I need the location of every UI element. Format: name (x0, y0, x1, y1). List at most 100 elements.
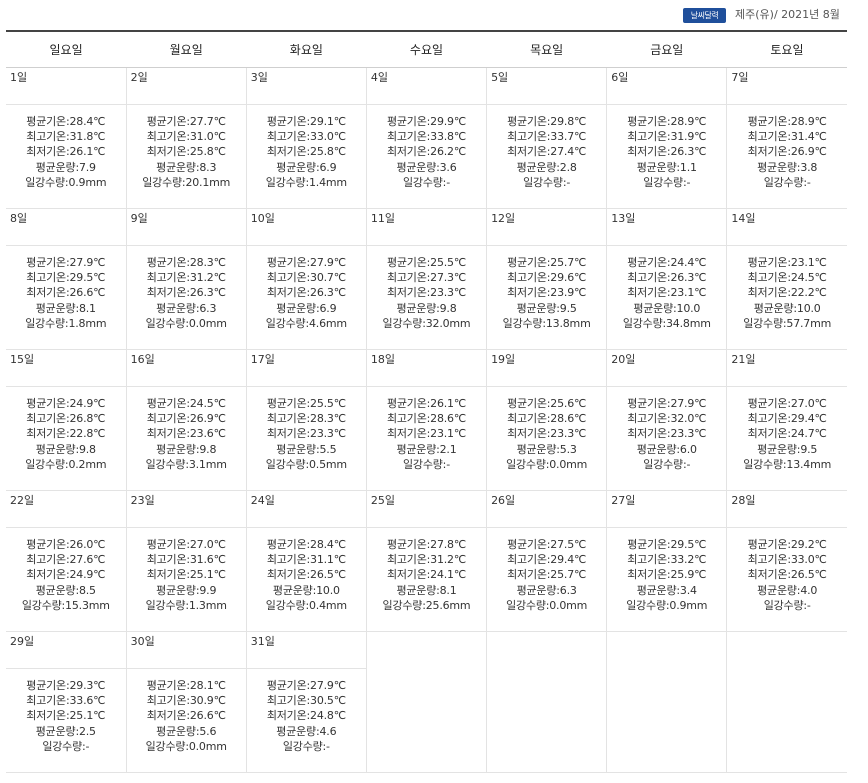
rainfall-line: 일강수량:20.1mm (127, 175, 246, 190)
min-temp-line: 최저기온:25.8℃ (247, 144, 366, 159)
day-number: 1일 (6, 68, 126, 105)
avg-cloud-label: 평균운량: (396, 301, 440, 315)
max-temp-label: 최고기온: (627, 130, 671, 144)
max-temp-line: 최고기온:30.7℃ (247, 270, 366, 285)
weather-calendar-badge[interactable]: 날씨달력 (683, 8, 726, 23)
day-cell: 19일 평균기온:25.6℃ 최고기온:28.6℃ 최저기온:23.3℃ 평균운량:5.… (486, 349, 607, 491)
day-weather-info: 평균기온:24.5℃ 최고기온:26.9℃ 최저기온:23.6℃ 평균운량:9.8 일강… (127, 387, 246, 472)
min-temp-value: 23.1℃ (430, 427, 467, 441)
min-temp-value: 26.1℃ (69, 145, 106, 159)
rainfall-value: 13.4mm (786, 457, 832, 471)
day-cell: 5일 평균기온:29.8℃ 최고기온:33.7℃ 최저기온:27.4℃ 평균운량:2.8… (486, 67, 607, 209)
weekday-monday: 월요일 (126, 30, 247, 68)
rainfall-line: 일강수량:0.9mm (6, 175, 126, 190)
day-number: 26일 (487, 491, 607, 528)
avg-temp-value: 29.5℃ (670, 538, 707, 551)
avg-cloud-value: 8.3 (199, 160, 217, 174)
avg-temp-value: 29.1℃ (310, 115, 346, 128)
avg-cloud-label: 평균운량: (276, 160, 320, 174)
day-cell-content: 8일 평균기온:27.9℃ 최고기온:29.5℃ 최저기온:26.6℃ 평균운량:8.1… (6, 209, 126, 349)
rainfall-line: 일강수량:- (6, 739, 126, 754)
avg-temp-value: 26.1℃ (430, 397, 467, 410)
min-temp-label: 최저기온: (386, 286, 431, 300)
day-cell: 11일 평균기온:25.5℃ 최고기온:27.3℃ 최저기온:23.3℃ 평균운량:9.… (365, 208, 487, 350)
min-temp-line: 최저기온:26.3℃ (247, 285, 366, 300)
max-temp-label: 최고기온: (26, 271, 70, 285)
rainfall-value: - (85, 739, 90, 753)
avg-cloud-value: 6.9 (319, 301, 337, 315)
min-temp-value: 26.6℃ (69, 286, 106, 300)
max-temp-label: 최고기온: (386, 553, 431, 567)
avg-cloud-line: 평균운량:1.1 (607, 160, 726, 175)
avg-temp-line: 평균기온:27.8℃ (367, 537, 486, 552)
day-cell: 4일 평균기온:29.9℃ 최고기온:33.8℃ 최저기온:26.2℃ 평균운량:3.6… (365, 67, 487, 209)
avg-temp-label: 평균기온: (627, 115, 671, 128)
max-temp-label: 최고기온: (146, 553, 190, 567)
day-number: 18일 (366, 350, 487, 387)
max-temp-label: 최고기온: (747, 271, 791, 285)
avg-temp-line: 평균기온:27.7℃ (127, 114, 246, 129)
max-temp-label: 최고기온: (507, 412, 551, 426)
rainfall-line: 일강수량:0.9mm (607, 598, 726, 613)
avg-cloud-label: 평균운량: (396, 442, 440, 456)
max-temp-line: 최고기온:27.6℃ (6, 552, 126, 567)
calendar-week-row: 29일 평균기온:29.3℃ 최고기온:33.6℃ 최저기온:25.1℃ 평균운량:2.… (6, 631, 847, 773)
rainfall-label: 일강수량: (145, 598, 189, 612)
day-cell: 2일 평균기온:27.7℃ 최고기온:31.0℃ 최저기온:25.8℃ 평균운량:8.3… (125, 67, 247, 209)
avg-cloud-value: 2.8 (559, 160, 577, 174)
max-temp-value: 29.6℃ (550, 271, 587, 285)
min-temp-label: 최저기온: (26, 286, 70, 300)
rainfall-value: 0.5mm (308, 457, 347, 471)
day-cell-content: 17일 평균기온:25.5℃ 최고기온:28.3℃ 최저기온:23.3℃ 평균운량:5.… (246, 350, 366, 490)
max-temp-line: 최고기온:33.8℃ (367, 129, 486, 144)
day-cell-content: 31일 평균기온:27.9℃ 최고기온:30.5℃ 최저기온:24.8℃ 평균운량:4.… (246, 632, 366, 772)
avg-temp-value: 27.9℃ (310, 679, 346, 692)
min-temp-value: 25.1℃ (69, 709, 106, 723)
min-temp-label: 최저기온: (747, 427, 791, 441)
avg-cloud-label: 평균운량: (633, 301, 677, 315)
rainfall-value: 3.1mm (188, 457, 227, 471)
rainfall-label: 일강수량: (506, 598, 550, 612)
rainfall-value: 25.6mm (425, 598, 471, 612)
day-weather-info: 평균기온:29.9℃ 최고기온:33.8℃ 최저기온:26.2℃ 평균운량:3.6 일강… (367, 105, 486, 190)
avg-cloud-line: 평균운량:5.3 (487, 442, 606, 457)
day-cell-content: 11일 평균기온:25.5℃ 최고기온:27.3℃ 최저기온:23.3℃ 평균운량:9.… (366, 209, 487, 349)
avg-cloud-value: 8.5 (78, 583, 96, 597)
day-cell-content: 9일 평균기온:28.3℃ 최고기온:31.2℃ 최저기온:26.3℃ 평균운량:6.3… (126, 209, 246, 349)
min-temp-line: 최저기온:25.8℃ (127, 144, 246, 159)
empty-day-cell (726, 631, 847, 773)
avg-temp-line: 평균기온:27.0℃ (127, 537, 246, 552)
day-weather-info: 평균기온:29.8℃ 최고기온:33.7℃ 최저기온:27.4℃ 평균운량:2.8 일강… (487, 105, 606, 190)
day-cell-content: 2일 평균기온:27.7℃ 최고기온:31.0℃ 최저기온:25.8℃ 평균운량:8.3… (126, 68, 246, 208)
min-temp-label: 최저기온: (747, 568, 791, 582)
avg-cloud-label: 평균운량: (396, 583, 440, 597)
rainfall-value: 0.0mm (549, 457, 588, 471)
avg-temp-label: 평균기온: (26, 397, 70, 410)
avg-cloud-label: 평균운량: (276, 442, 320, 456)
day-cell-content: 26일 평균기온:27.5℃ 최고기온:29.4℃ 최저기온:25.7℃ 평균운량:6.… (487, 491, 607, 631)
rainfall-label: 일강수량: (25, 316, 69, 330)
rainfall-label: 일강수량: (382, 598, 426, 612)
max-temp-line: 최고기온:31.0℃ (127, 129, 246, 144)
max-temp-line: 최고기온:28.6℃ (487, 411, 606, 426)
avg-temp-line: 평균기온:29.3℃ (6, 678, 126, 693)
min-temp-value: 24.8℃ (310, 709, 346, 723)
avg-temp-line: 평균기온:24.5℃ (127, 396, 246, 411)
avg-cloud-value: 6.9 (319, 160, 337, 174)
avg-cloud-line: 평균운량:8.1 (6, 301, 126, 316)
day-number: 22일 (6, 491, 126, 528)
day-cell-content: 22일 평균기온:26.0℃ 최고기온:27.6℃ 최저기온:24.9℃ 평균운량:8.… (6, 491, 126, 631)
rainfall-line: 일강수량:- (607, 175, 726, 190)
max-temp-label: 최고기온: (386, 130, 431, 144)
avg-cloud-line: 평균운량:8.5 (6, 583, 126, 598)
day-cell-content: 20일 평균기온:27.9℃ 최고기온:32.0℃ 최저기온:23.3℃ 평균운량:6.… (607, 350, 727, 490)
max-temp-label: 최고기온: (146, 694, 190, 708)
min-temp-line: 최저기온:26.6℃ (6, 285, 126, 300)
avg-cloud-value: 5.3 (559, 442, 577, 456)
avg-cloud-line: 평균운량:10.0 (607, 301, 726, 316)
avg-cloud-label: 평균운량: (636, 160, 680, 174)
min-temp-value: 25.9℃ (670, 568, 707, 582)
avg-cloud-value: 8.1 (78, 301, 96, 315)
avg-temp-label: 평균기온: (507, 115, 551, 128)
avg-temp-label: 평균기온: (26, 256, 70, 269)
